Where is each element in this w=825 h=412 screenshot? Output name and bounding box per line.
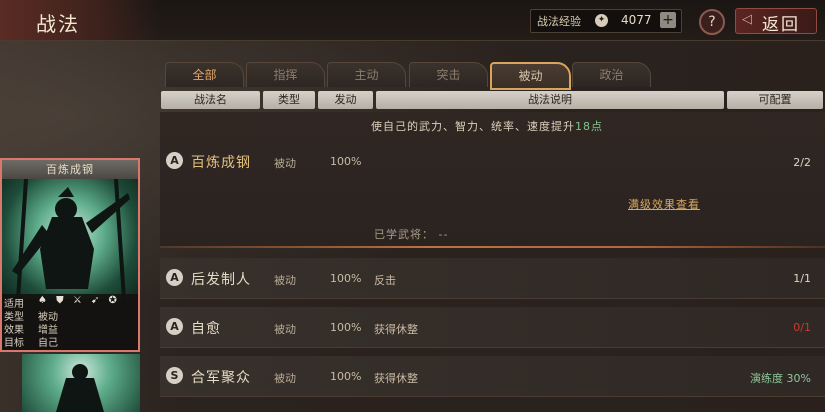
page-title: 战法 <box>36 12 80 36</box>
row-divider <box>160 246 825 248</box>
column-header-trigger[interactable]: 发动 <box>318 91 373 109</box>
learned-generals: 已学武将： -- <box>374 226 448 242</box>
tactic-description: 获得休整 <box>374 372 418 385</box>
card-artwork <box>2 179 138 299</box>
description-value: 18点 <box>575 120 603 133</box>
tactic-card[interactable]: 百炼成钢 适用 ♠ ⛊ ⚔ ➹ ✪ 类型 被动 效果 增益 目标 自己 <box>0 158 140 352</box>
tactic-config: 1/1 <box>793 272 811 285</box>
grade-badge: A <box>166 152 183 169</box>
grade-badge: A <box>166 269 183 286</box>
full-effect-link[interactable]: 满级效果查看 <box>628 196 700 212</box>
tactic-trigger: 100% <box>330 321 362 334</box>
top-bar: 战法 战法经验 ✦ 4077 + ? ◁ 返回 <box>0 0 825 41</box>
warrior-silhouette-icon <box>12 179 130 299</box>
tactic-type: 被动 <box>274 323 296 336</box>
back-arrow-icon: ◁ <box>742 12 752 27</box>
back-button[interactable]: ◁ 返回 <box>735 8 817 35</box>
tactic-trigger: 100% <box>330 155 362 168</box>
tactic-config: 2/2 <box>793 156 811 169</box>
tactic-description: 反击 <box>374 274 396 287</box>
tactic-type: 被动 <box>274 157 296 170</box>
back-label: 返回 <box>762 15 800 35</box>
tab-politics[interactable]: 政治 <box>572 62 651 87</box>
tactic-config: 0/1 <box>793 321 811 334</box>
tactic-name: 合军聚众 <box>191 370 251 386</box>
tactic-row[interactable]: S 合军聚众 被动 100% 获得休整 演练度 30% <box>160 356 825 397</box>
target-line: 目标 自己 <box>4 334 58 349</box>
tactic-type: 被动 <box>274 372 296 385</box>
grade-badge: S <box>166 367 183 384</box>
tactic-description: 获得休整 <box>374 323 418 336</box>
column-header-configurable[interactable]: 可配置 <box>727 91 823 109</box>
tactic-name: 自愈 <box>191 321 221 337</box>
tactic-card-secondary[interactable] <box>22 354 140 412</box>
tactic-row[interactable]: A 自愈 被动 100% 获得休整 0/1 <box>160 307 825 348</box>
tactic-trigger: 100% <box>330 370 362 383</box>
add-exp-button[interactable]: + <box>660 12 676 28</box>
rider-silhouette-icon <box>56 364 104 412</box>
title-banner: 战法 <box>0 0 160 40</box>
tab-active[interactable]: 主动 <box>327 62 406 87</box>
tab-assault[interactable]: 突击 <box>409 62 488 87</box>
tactic-description: 使自己的武力、智力、统率、速度提升18点 <box>371 118 603 134</box>
tab-command[interactable]: 指挥 <box>246 62 325 87</box>
column-header-name[interactable]: 战法名 <box>161 91 260 109</box>
column-header-description: 战法说明 <box>376 91 724 109</box>
card-title: 百炼成钢 <box>2 160 138 179</box>
tactic-row[interactable]: A 后发制人 被动 100% 反击 1/1 <box>160 258 825 299</box>
tactic-exp-panel: 战法经验 ✦ 4077 + <box>530 9 682 33</box>
tactic-name: 百炼成钢 <box>191 155 251 171</box>
column-header-type[interactable]: 类型 <box>263 91 315 109</box>
target-label: 目标 <box>4 338 24 349</box>
tactic-config: 演练度 30% <box>750 372 811 385</box>
exp-value: 4077 <box>621 13 652 27</box>
learned-label: 已学武将： <box>374 228 434 241</box>
tactic-name: 后发制人 <box>191 272 251 288</box>
tab-passive[interactable]: 被动 <box>490 62 571 90</box>
troop-type-icons: ♠ ⛊ ⚔ ➹ ✪ <box>38 295 120 306</box>
tab-all[interactable]: 全部 <box>165 62 244 87</box>
tactic-type: 被动 <box>274 274 296 287</box>
exp-coin-icon: ✦ <box>595 14 608 27</box>
learned-value: -- <box>438 228 449 241</box>
exp-label: 战法经验 <box>537 15 581 28</box>
help-button[interactable]: ? <box>699 9 725 35</box>
grade-badge: A <box>166 318 183 335</box>
description-text: 使自己的武力、智力、统率、速度提升 <box>371 120 575 133</box>
card-info-panel: 适用 ♠ ⛊ ⚔ ➹ ✪ 类型 被动 效果 增益 目标 自己 <box>2 294 138 350</box>
tactic-trigger: 100% <box>330 272 362 285</box>
target-value: 自己 <box>38 338 58 349</box>
